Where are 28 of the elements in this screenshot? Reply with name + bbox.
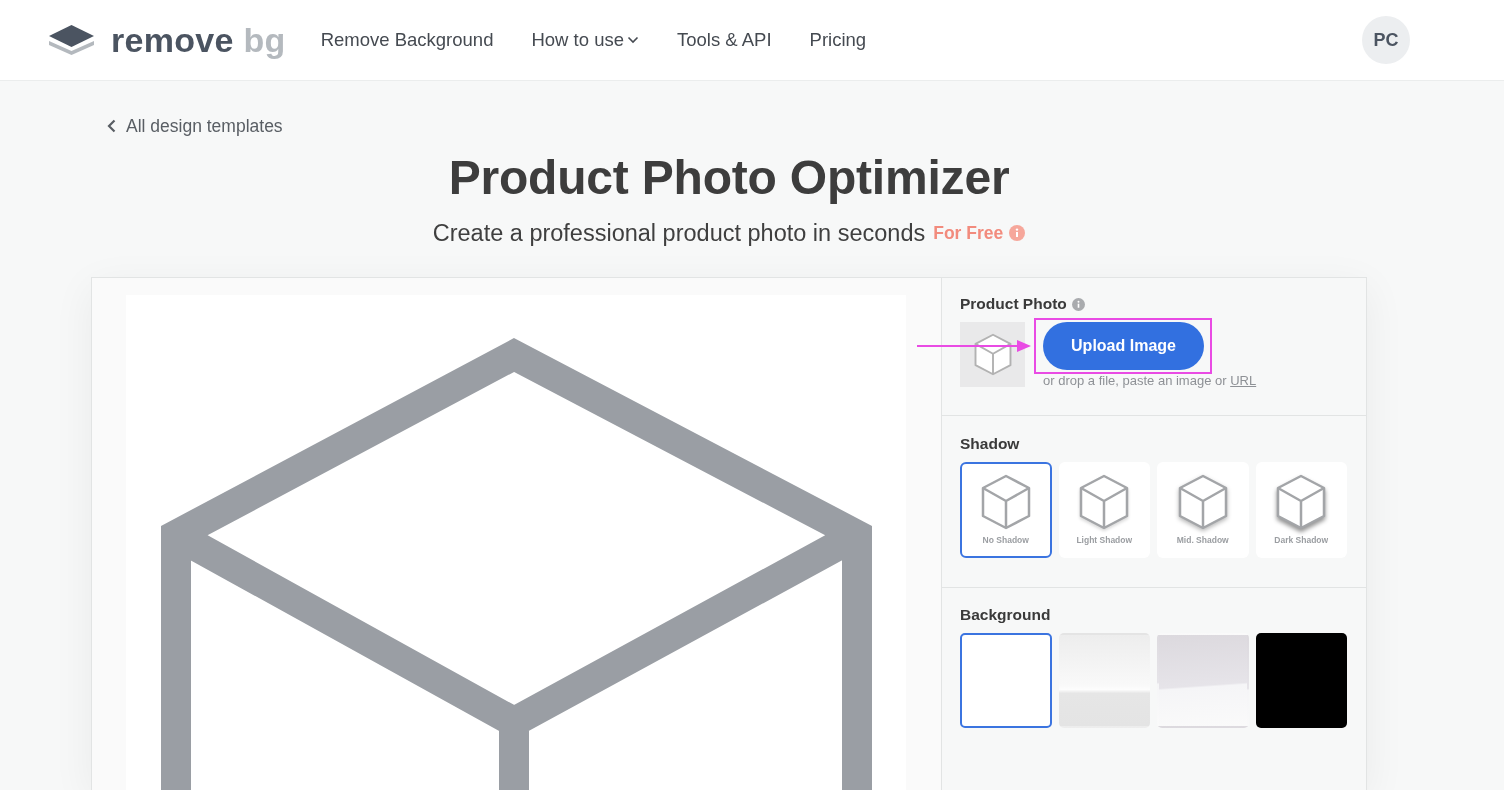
cube-icon — [1276, 473, 1327, 531]
user-avatar[interactable]: PC — [1362, 16, 1410, 64]
chevron-left-icon — [107, 119, 116, 133]
nav-link[interactable]: Remove Background — [320, 28, 494, 52]
logo-text[interactable]: remove bg — [111, 20, 286, 60]
cube-icon — [1079, 473, 1130, 531]
info-icon[interactable] — [1071, 297, 1085, 311]
upload-hint: or drop a file, paste an image or URL — [1043, 373, 1257, 389]
section-label: Background — [960, 606, 1052, 624]
cube-icon — [1177, 473, 1228, 531]
logo-icon[interactable] — [47, 24, 96, 56]
background-swatch[interactable] — [960, 633, 1052, 728]
back-link[interactable]: All design templates — [107, 116, 283, 136]
section-label: Product Photo — [960, 295, 1067, 313]
nav-link[interactable]: How to use — [531, 28, 639, 52]
nav-link[interactable]: Tools & API — [676, 28, 772, 52]
info-icon[interactable] — [1009, 225, 1026, 241]
background-swatch[interactable] — [1157, 633, 1249, 728]
page-subtitle: Create a professional product photo in seconds — [432, 219, 926, 247]
section-label: Shadow — [960, 435, 1021, 453]
cube-icon — [973, 333, 1012, 376]
for-free-label: For Free — [933, 222, 1004, 245]
nav-link[interactable]: Pricing — [809, 28, 867, 52]
upload-button[interactable]: Upload Image — [1043, 322, 1204, 370]
background-swatch[interactable] — [1058, 633, 1150, 728]
background-swatch[interactable] — [1255, 633, 1347, 728]
page-title: Product Photo Optimizer — [447, 152, 1011, 204]
cube-icon — [980, 473, 1031, 531]
